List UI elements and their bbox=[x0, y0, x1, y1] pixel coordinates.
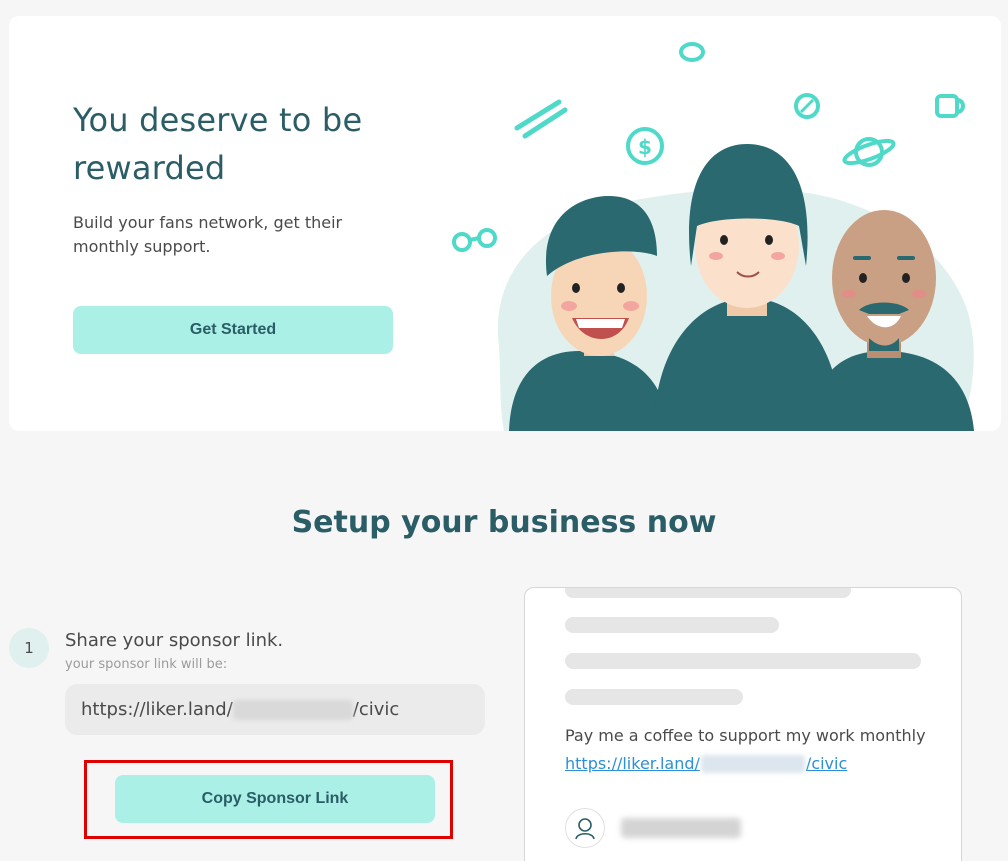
get-started-button[interactable]: Get Started bbox=[73, 306, 393, 354]
preview-link-prefix: https://liker.land/ bbox=[565, 754, 700, 773]
glasses-icon bbox=[452, 228, 497, 252]
step-number-badge: 1 bbox=[9, 628, 49, 668]
supporters-illustration: $ bbox=[452, 42, 974, 431]
skeleton-line bbox=[565, 588, 851, 598]
speech-bubble-icon bbox=[679, 42, 705, 62]
avatar bbox=[565, 808, 605, 848]
sponsor-link-prefix: https://liker.land/ bbox=[81, 699, 233, 720]
step-title: Share your sponsor link. bbox=[65, 630, 284, 651]
preview-link-suffix: /civic bbox=[805, 754, 848, 773]
skeleton-line bbox=[565, 617, 779, 633]
hero-card: You deserve to be rewarded Build your fa… bbox=[9, 16, 1001, 431]
preview-sponsor-link[interactable]: https://liker.land/ /civic bbox=[565, 754, 847, 773]
redacted-username bbox=[232, 699, 353, 720]
step-hint: your sponsor link will be: bbox=[65, 657, 228, 672]
sponsor-link-field[interactable]: https://liker.land/ /civic bbox=[65, 684, 485, 735]
compass-icon bbox=[794, 93, 820, 119]
sponsor-link-suffix: /civic bbox=[352, 699, 400, 720]
hero-title: You deserve to be rewarded bbox=[73, 101, 363, 187]
pencil-icon bbox=[514, 99, 568, 139]
redacted-user-name bbox=[621, 818, 741, 838]
dollar-icon: $ bbox=[626, 127, 664, 165]
skeleton-line bbox=[565, 689, 743, 705]
redacted-username bbox=[700, 754, 805, 773]
sponsor-preview-card: Pay me a coffee to support my work month… bbox=[524, 587, 962, 861]
user-avatar-icon bbox=[575, 818, 595, 840]
planet-icon bbox=[842, 137, 896, 167]
mug-icon bbox=[935, 94, 965, 118]
setup-section-title: Setup your business now bbox=[291, 505, 717, 540]
copy-sponsor-link-button[interactable]: Copy Sponsor Link bbox=[115, 775, 435, 823]
preview-message: Pay me a coffee to support my work month… bbox=[565, 726, 926, 745]
svg-text:$: $ bbox=[638, 135, 652, 159]
hero-subtitle: Build your fans network, get their month… bbox=[73, 213, 343, 256]
skeleton-line bbox=[565, 653, 921, 669]
